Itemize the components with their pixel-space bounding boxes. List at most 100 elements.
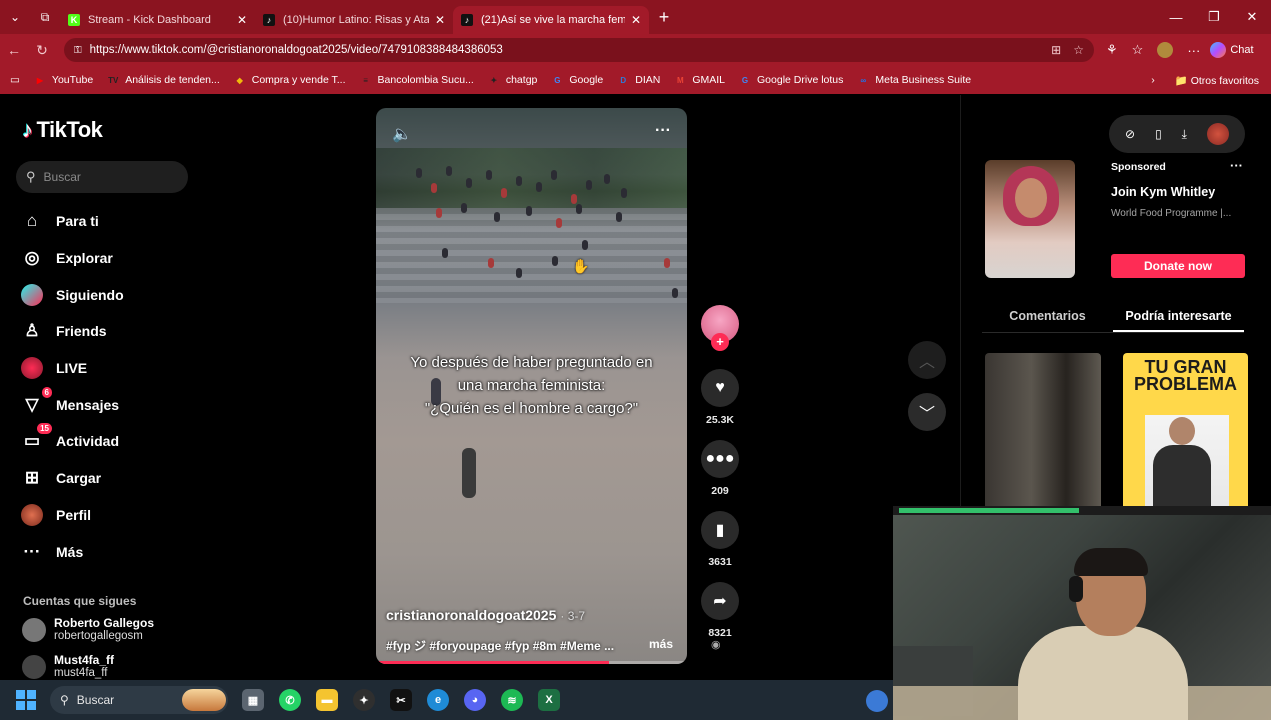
bookmark-item[interactable]: M GMAIL (674, 74, 725, 86)
bookmark-item[interactable]: ∞ Meta Business Suite (857, 74, 972, 86)
sidebar-item-friends[interactable]: ♙ Friends (20, 313, 210, 350)
discord-icon[interactable]: ◕ (464, 689, 486, 711)
whatsapp-icon[interactable]: ✆ (279, 689, 301, 711)
like-icon[interactable]: ♥ (701, 369, 739, 407)
sidebar-item-perfil[interactable]: Perfil (20, 497, 210, 534)
tab-podria-interesarte[interactable]: Podría interesarte (1113, 305, 1244, 332)
extensions-icon[interactable]: ⚘ (1106, 42, 1118, 58)
favorites-icon[interactable]: ☆ (1132, 42, 1144, 58)
bookmark-item[interactable]: ≡ Bancolombia Sucu... (360, 74, 474, 86)
restore-button[interactable]: ❐ (1195, 0, 1233, 34)
close-tab-icon[interactable]: ✕ (237, 13, 247, 27)
back-button[interactable]: ← (0, 42, 28, 58)
bookmark-item[interactable]: ▶ YouTube (34, 74, 93, 86)
download-icon[interactable]: ⤓ (1182, 127, 1187, 142)
sidebar-item-para-ti[interactable]: ⌂ Para ti (20, 203, 210, 240)
bookmark-action[interactable]: ▮ 3631 (698, 511, 742, 568)
tab-title: (21)Así se vive la marcha feminista (481, 14, 625, 26)
comment-action[interactable]: ●●● 209 (698, 440, 742, 497)
see-more-link[interactable]: más (649, 637, 673, 651)
device-icon[interactable]: ▯ (1155, 127, 1162, 141)
close-tab-icon[interactable]: ✕ (435, 13, 445, 27)
music-disc-icon[interactable]: ◉ (711, 638, 721, 651)
follow-plus-icon[interactable]: + (711, 333, 729, 351)
video-crowd-person (551, 170, 557, 180)
tiktok-logo[interactable]: ♪ TikTok (22, 117, 103, 143)
minimize-button[interactable]: — (1157, 0, 1195, 34)
app-available-icon[interactable]: ⊞ (1051, 43, 1061, 57)
ad-thumbnail[interactable] (985, 160, 1075, 278)
bookmark-item[interactable]: ✦ chatgp (488, 74, 537, 86)
ad-more-icon[interactable]: ··· (1230, 158, 1243, 173)
sidebar-item-explorar[interactable]: ◎ Explorar (20, 240, 210, 277)
copilot-chat-button[interactable]: Chat (1210, 42, 1254, 58)
previous-video-button[interactable]: ︿ (908, 341, 946, 379)
more-bookmarks-chevron-icon[interactable]: › (1151, 74, 1155, 86)
following-item[interactable]: Roberto Gallegos robertogallegosm (22, 617, 154, 643)
video-hashtags[interactable]: #fyp ジ #foryoupage #fyp #8m #Meme ... (386, 637, 616, 654)
bookmark-item[interactable]: D DIAN (617, 74, 660, 86)
sidebar-item-ms[interactable]: ··· Más (20, 533, 210, 570)
nav-avatar-icon (20, 283, 44, 307)
video-player[interactable]: 🔈 ··· ✋ Yo después de haber preguntado e… (376, 108, 687, 664)
user-avatar[interactable] (1206, 123, 1229, 145)
like-action[interactable]: ♥ 25.3K (698, 369, 742, 426)
tab-actions-chevron-icon[interactable]: ⌄ (0, 0, 30, 34)
favorite-star-icon[interactable]: ☆ (1073, 43, 1084, 57)
following-item[interactable]: Must4fa_ff must4fa_ff (22, 654, 114, 680)
video-progress-bar[interactable] (376, 661, 687, 664)
bookmark-item[interactable]: G Google Drive lotus (739, 74, 844, 86)
tab-comentarios[interactable]: Comentarios (982, 305, 1113, 332)
notification-app-icon[interactable] (866, 690, 888, 712)
site-info-icon[interactable]: ⚿ (74, 45, 82, 56)
other-favorites-folder[interactable]: 📁 Otros favoritos (1175, 74, 1259, 87)
url-bar[interactable]: ⚿ https://www.tiktok.com/@cristianoronal… (64, 38, 1094, 62)
new-tab-button[interactable]: + (649, 7, 679, 28)
video-author[interactable]: cristianoronaldogoat2025 · 3-7 (386, 607, 585, 623)
browser-tab[interactable]: ♪ (10)Humor Latino: Risas y Ataque ✕ (255, 6, 453, 34)
settings-more-icon[interactable]: ··· (1187, 43, 1200, 58)
sidebar-item-live[interactable]: LIVE (20, 350, 210, 387)
sidebar-item-mensajes[interactable]: ▽ 6 Mensajes (20, 386, 210, 423)
close-window-button[interactable]: ✕ (1233, 0, 1271, 34)
bookmark-item[interactable]: ◆ Compra y vende T... (234, 74, 346, 86)
next-video-button[interactable]: ﹀ (908, 393, 946, 431)
browser-tab[interactable]: K Stream - Kick Dashboard ✕ (60, 6, 255, 34)
reload-button[interactable]: ↻ (28, 42, 56, 59)
share-icon[interactable]: ➦ (701, 582, 739, 620)
coins-icon[interactable]: ⊘ (1125, 127, 1135, 141)
start-windows-icon[interactable] (16, 690, 36, 710)
donate-button[interactable]: Donate now (1111, 254, 1245, 278)
sidebar-item-siguiendo[interactable]: Siguiendo (20, 276, 210, 313)
comment-icon[interactable]: ●●● (701, 440, 739, 478)
sidebar-item-cargar[interactable]: ⊞ Cargar (20, 460, 210, 497)
creator-avatar[interactable]: + (701, 305, 739, 351)
search-input[interactable]: ⚲ Buscar (16, 161, 188, 193)
video-crowd-person (582, 240, 588, 250)
bookmark-icon[interactable]: ▮ (701, 511, 739, 549)
tab-favicon-icon: ♪ (263, 14, 275, 26)
taskbar-search[interactable]: ⚲ Buscar (50, 686, 228, 714)
edge-icon[interactable]: e (427, 689, 449, 711)
browser-tab[interactable]: ♪ (21)Así se vive la marcha feminista ✕ (453, 6, 649, 34)
excel-icon[interactable]: X (538, 689, 560, 711)
file-explorer-icon[interactable]: ▬ (316, 689, 338, 711)
more-options-icon[interactable]: ··· (655, 122, 671, 140)
recommended-video[interactable]: TU GRAN PROBLEMA (1123, 353, 1248, 513)
volume-icon[interactable]: 🔈 (392, 124, 412, 144)
profile-avatar[interactable] (1157, 42, 1174, 58)
capcut-icon[interactable]: ✂ (390, 689, 412, 711)
file-explorer-small-icon[interactable]: ▦ (242, 689, 264, 711)
bookmark-item[interactable]: TV Análisis de tenden... (107, 74, 220, 86)
recommended-video[interactable] (985, 353, 1101, 513)
bookmark-icon: G (741, 75, 749, 85)
share-action[interactable]: ➦ 8321 (698, 582, 742, 639)
spotify-icon[interactable]: ≋ (501, 689, 523, 711)
bookmark-item[interactable]: G Google (551, 74, 603, 86)
sidebar-toggle-icon[interactable]: ▭ (10, 74, 20, 86)
close-tab-icon[interactable]: ✕ (631, 13, 641, 27)
chatgpt-icon[interactable]: ✦ (353, 689, 375, 711)
ad-title[interactable]: Join Kym Whitley (1111, 185, 1215, 199)
sidebar-item-actividad[interactable]: ▭ 15 Actividad (20, 423, 210, 460)
workspaces-icon[interactable]: ⧉ (30, 0, 60, 34)
